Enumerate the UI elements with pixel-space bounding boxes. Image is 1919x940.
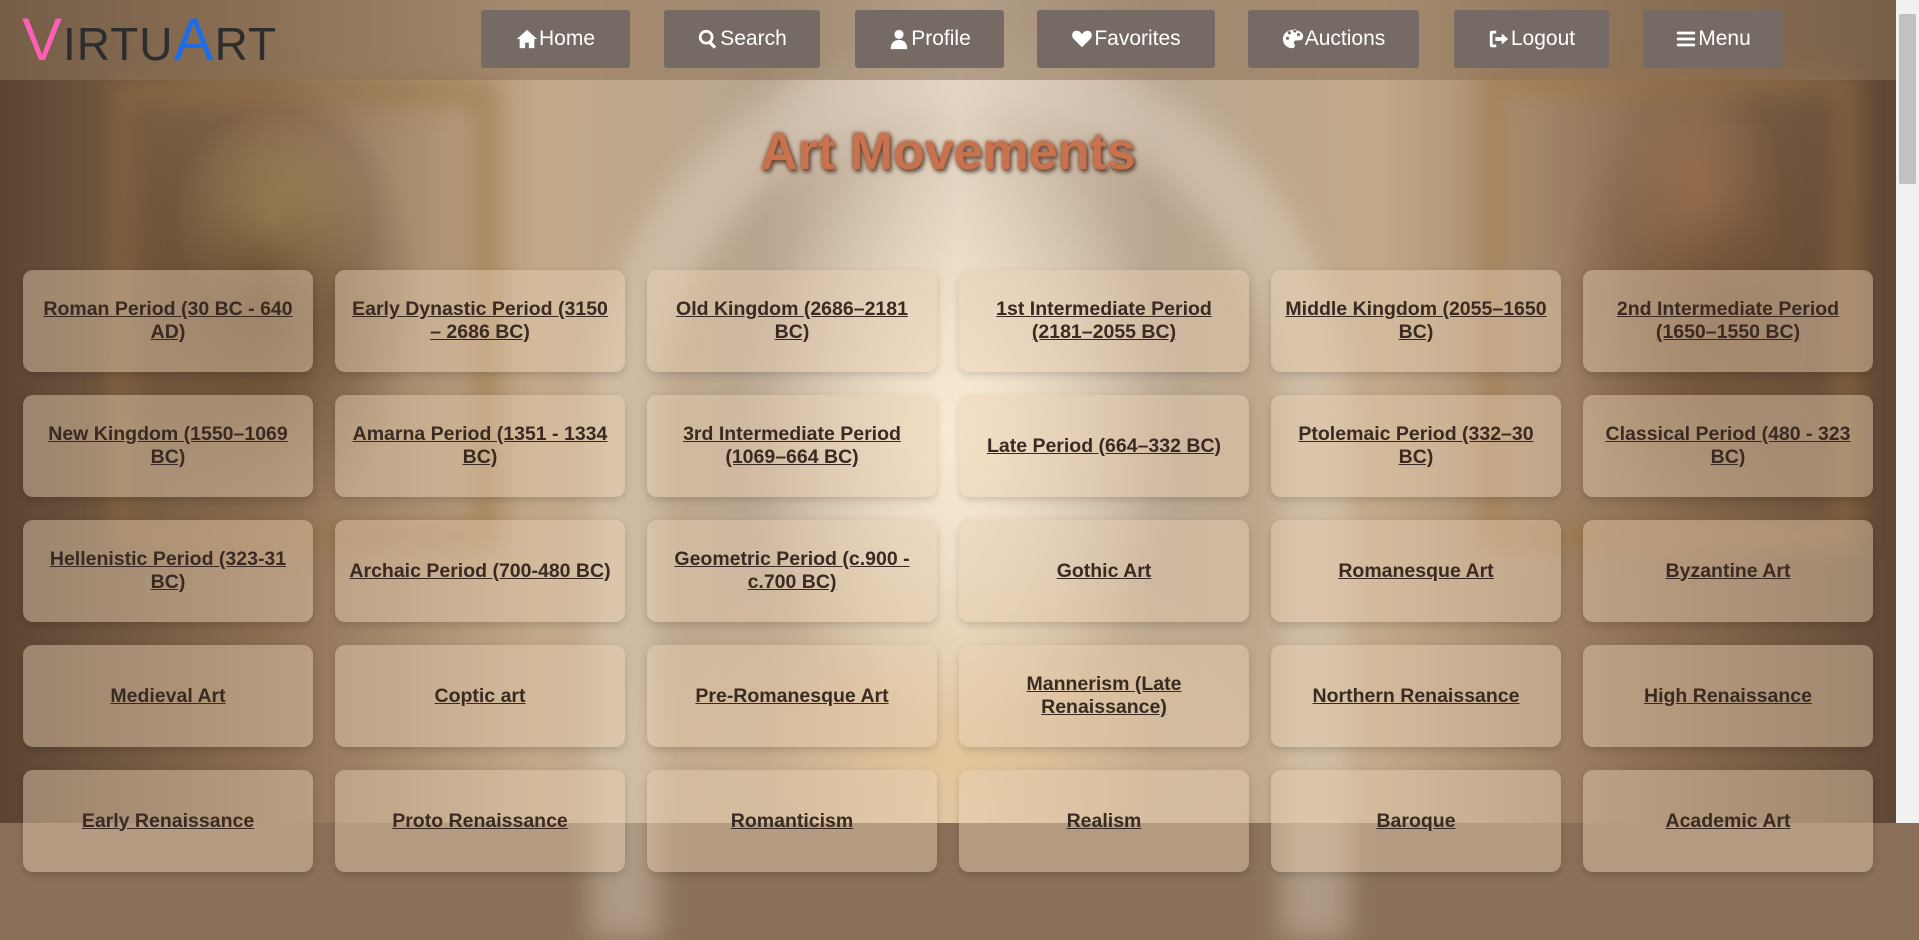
movement-link[interactable]: Baroque [1376,810,1455,833]
movement-link[interactable]: 1st Intermediate Period (2181–2055 BC) [973,298,1235,344]
page-title: Art Movements [760,123,1136,181]
palette-icon [1282,29,1303,49]
virtuart-logo[interactable]: VIRTUART [22,10,278,71]
movement-link[interactable]: Realism [1067,810,1142,833]
movement-card: Northern Renaissance [1271,645,1561,747]
movement-card: Early Dynastic Period (3150 – 2686 BC) [335,270,625,372]
movement-card: Baroque [1271,770,1561,872]
movement-link[interactable]: Archaic Period (700-480 BC) [349,560,610,583]
nav-menu-label: Menu [1698,27,1751,50]
movement-link[interactable]: High Renaissance [1644,685,1812,708]
movement-card: 2nd Intermediate Period (1650–1550 BC) [1583,270,1873,372]
movement-link[interactable]: Coptic art [434,685,525,708]
movement-card: Archaic Period (700-480 BC) [335,520,625,622]
movement-link[interactable]: Amarna Period (1351 - 1334 BC) [349,423,611,469]
movement-card: New Kingdom (1550–1069 BC) [23,395,313,497]
movement-link[interactable]: Proto Renaissance [392,810,568,833]
nav-logout-label: Logout [1510,27,1576,50]
movement-card: Ptolemaic Period (332–30 BC) [1271,395,1561,497]
movement-link[interactable]: Romanesque Art [1338,560,1493,583]
sign-out-icon [1489,30,1509,48]
nav-favorites-button[interactable]: Favorites [1037,10,1215,68]
movement-card: Academic Art [1583,770,1873,872]
movement-card: Romanticism [647,770,937,872]
movement-link[interactable]: Academic Art [1666,810,1791,833]
movement-link[interactable]: Early Dynastic Period (3150 – 2686 BC) [349,298,611,344]
movement-card: 1st Intermediate Period (2181–2055 BC) [959,270,1249,372]
logo-text-rt: RT [214,18,278,70]
scrollbar-thumb[interactable] [1899,14,1916,184]
movement-card: High Renaissance [1583,645,1873,747]
movement-card: Old Kingdom (2686–2181 BC) [647,270,937,372]
movement-link[interactable]: Pre-Romanesque Art [695,685,888,708]
nav-search-label: Search [720,27,787,50]
nav-auctions-label: Auctions [1304,27,1386,50]
movement-card: Roman Period (30 BC - 640 AD) [23,270,313,372]
nav-auctions-button[interactable]: Auctions [1248,10,1419,68]
nav-profile-button[interactable]: Profile [855,10,1004,68]
logo-letter-v: V [22,6,64,73]
movement-card: Gothic Art [959,520,1249,622]
movement-link[interactable]: 2nd Intermediate Period (1650–1550 BC) [1597,298,1859,344]
heart-icon [1072,30,1093,48]
movement-card: Mannerism (Late Renaissance) [959,645,1249,747]
nav-profile-label: Profile [911,27,971,50]
movement-link[interactable]: Hellenistic Period (323-31 BC) [37,548,299,594]
movement-link[interactable]: Old Kingdom (2686–2181 BC) [661,298,923,344]
nav-favorites-label: Favorites [1094,27,1181,50]
movement-link[interactable]: Byzantine Art [1666,560,1791,583]
movement-link[interactable]: Middle Kingdom (2055–1650 BC) [1285,298,1547,344]
nav-logout-button[interactable]: Logout [1454,10,1609,68]
movement-card: Middle Kingdom (2055–1650 BC) [1271,270,1561,372]
nav-menu-button[interactable]: Menu [1643,10,1783,68]
movement-link[interactable]: Romanticism [731,810,853,833]
home-icon [516,29,538,49]
movement-link[interactable]: Late Period (664–332 BC) [987,435,1221,458]
nav-home-button[interactable]: Home [481,10,630,68]
bars-icon [1677,31,1696,47]
nav-home-label: Home [538,27,596,50]
movement-link[interactable]: 3rd Intermediate Period (1069–664 BC) [661,423,923,469]
movement-link[interactable]: New Kingdom (1550–1069 BC) [37,423,299,469]
movement-link[interactable]: Classical Period (480 - 323 BC) [1597,423,1859,469]
logo-letter-a: A [173,6,215,73]
movement-card: Realism [959,770,1249,872]
top-navbar: VIRTUART Home Search Profile Favorites A… [0,0,1896,80]
movement-card: Geometric Period (c.900 - c.700 BC) [647,520,937,622]
movement-card: Classical Period (480 - 323 BC) [1583,395,1873,497]
movement-card: Coptic art [335,645,625,747]
movement-link[interactable]: Geometric Period (c.900 - c.700 BC) [661,548,923,594]
user-icon [890,29,908,50]
movement-link[interactable]: Mannerism (Late Renaissance) [973,673,1235,719]
movement-link[interactable]: Ptolemaic Period (332–30 BC) [1285,423,1547,469]
movement-link[interactable]: Roman Period (30 BC - 640 AD) [37,298,299,344]
movement-card: Byzantine Art [1583,520,1873,622]
movement-link[interactable]: Gothic Art [1057,560,1152,583]
movement-card: Proto Renaissance [335,770,625,872]
search-icon [699,29,717,49]
movement-card: Medieval Art [23,645,313,747]
movement-card: Amarna Period (1351 - 1334 BC) [335,395,625,497]
movement-card: Early Renaissance [23,770,313,872]
logo-text-irtu: IRTU [63,18,174,70]
movement-link[interactable]: Early Renaissance [82,810,254,833]
movement-card: 3rd Intermediate Period (1069–664 BC) [647,395,937,497]
movement-card: Pre-Romanesque Art [647,645,937,747]
movement-card: Romanesque Art [1271,520,1561,622]
movement-card: Hellenistic Period (323-31 BC) [23,520,313,622]
nav-search-button[interactable]: Search [664,10,820,68]
movement-link[interactable]: Medieval Art [110,685,225,708]
movement-card: Late Period (664–332 BC) [959,395,1249,497]
movement-link[interactable]: Northern Renaissance [1313,685,1520,708]
